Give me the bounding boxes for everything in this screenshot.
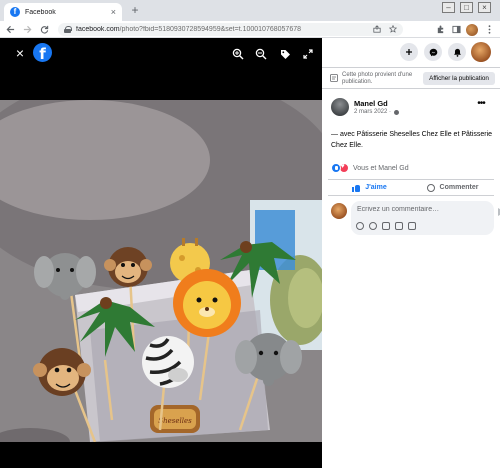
url-text[interactable]: facebook.com/photo?fbid=5180930728594959…	[76, 26, 365, 33]
browser-tab-bar: f Facebook × + – □ ×	[0, 0, 500, 21]
author-avatar[interactable]	[331, 98, 349, 116]
sticker-icon[interactable]	[408, 222, 416, 230]
comment-input[interactable]	[357, 206, 487, 213]
facebook-topbar	[322, 38, 500, 66]
minimize-button[interactable]: –	[442, 2, 455, 13]
facebook-logo[interactable]: f	[33, 43, 52, 62]
tab-title: Facebook	[25, 8, 56, 16]
browser-tab-facebook[interactable]: f Facebook ×	[4, 3, 122, 21]
new-tab-button[interactable]: +	[128, 3, 142, 17]
view-post-button[interactable]: Afficher la publication	[423, 72, 495, 85]
more-options-button[interactable]: •••	[474, 99, 488, 111]
post-date[interactable]: 2 mars 2022 ·	[354, 109, 400, 115]
lock-icon[interactable]	[64, 26, 72, 33]
comment-tools	[356, 222, 421, 230]
reload-icon[interactable]	[37, 22, 51, 36]
extensions-icon[interactable]	[433, 23, 447, 36]
zoom-in-icon[interactable]	[231, 47, 245, 61]
window-close-button[interactable]: ×	[478, 2, 491, 13]
reaction-text: Vous et Manel Gd	[353, 164, 409, 172]
post-actions: J'aime Commenter	[328, 179, 494, 196]
profile-avatar[interactable]	[465, 23, 479, 36]
post-text: — avec Pâtisserie Sheselles Chez Elle et…	[331, 131, 493, 149]
author-name[interactable]: Manel Gd	[354, 99, 388, 108]
url-path: /photo?fbid=5180930728594959&set=t.10001…	[119, 26, 301, 33]
zoom-out-icon[interactable]	[254, 47, 268, 61]
star-icon[interactable]	[388, 24, 398, 35]
maximize-button[interactable]: □	[460, 2, 473, 13]
camera-icon[interactable]	[382, 222, 390, 230]
info-icon	[330, 74, 338, 82]
source-notice: Cette photo provient d'une publication. …	[322, 67, 500, 89]
browser-toolbar: facebook.com/photo?fbid=5180930728594959…	[0, 21, 500, 38]
like-label: J'aime	[365, 184, 387, 191]
account-avatar[interactable]	[471, 42, 491, 62]
like-reaction-icon	[331, 163, 341, 173]
create-plus-icon[interactable]	[400, 43, 418, 61]
favicon-icon: f	[10, 7, 20, 17]
post-details-panel: Cette photo provient d'une publication. …	[322, 38, 500, 468]
close-icon[interactable]: ×	[13, 46, 27, 60]
gif-icon[interactable]	[395, 222, 403, 230]
cake-pops-illustration: Sheselles	[0, 100, 322, 442]
url-host: facebook.com	[76, 26, 120, 33]
forward-icon[interactable]	[20, 22, 34, 36]
comment-label: Commenter	[439, 184, 479, 191]
thumbs-up-icon	[352, 184, 361, 192]
fullscreen-icon[interactable]	[301, 47, 315, 61]
comment-button[interactable]: Commenter	[411, 180, 494, 195]
tab-close-icon[interactable]: ×	[111, 7, 116, 17]
sidepanel-icon[interactable]	[449, 23, 463, 36]
comment-box[interactable]	[351, 201, 500, 235]
address-bar[interactable]: facebook.com/photo?fbid=5180930728594959…	[58, 23, 403, 36]
avatar-sticker-icon[interactable]	[356, 222, 364, 230]
share-icon[interactable]	[373, 24, 381, 35]
back-icon[interactable]	[3, 22, 17, 36]
post-photo[interactable]: Sheselles	[0, 100, 322, 442]
photo-viewer: × f Sheselles	[0, 38, 322, 468]
tag-icon[interactable]	[278, 47, 292, 61]
comment-bubble-icon	[426, 183, 435, 192]
bell-icon[interactable]	[448, 43, 466, 61]
chrome-menu-icon[interactable]	[482, 23, 496, 36]
emoji-icon[interactable]	[369, 222, 377, 230]
reactions-summary[interactable]: Vous et Manel Gd	[331, 163, 409, 173]
notice-text: Cette photo provient d'une publication.	[342, 72, 413, 85]
messenger-icon[interactable]	[424, 43, 442, 61]
post-date-text: 2 mars 2022 ·	[354, 109, 392, 115]
like-button[interactable]: J'aime	[328, 180, 411, 195]
box-brand-label: Sheselles	[158, 417, 192, 425]
globe-icon	[394, 109, 400, 115]
commenter-avatar[interactable]	[331, 203, 347, 219]
